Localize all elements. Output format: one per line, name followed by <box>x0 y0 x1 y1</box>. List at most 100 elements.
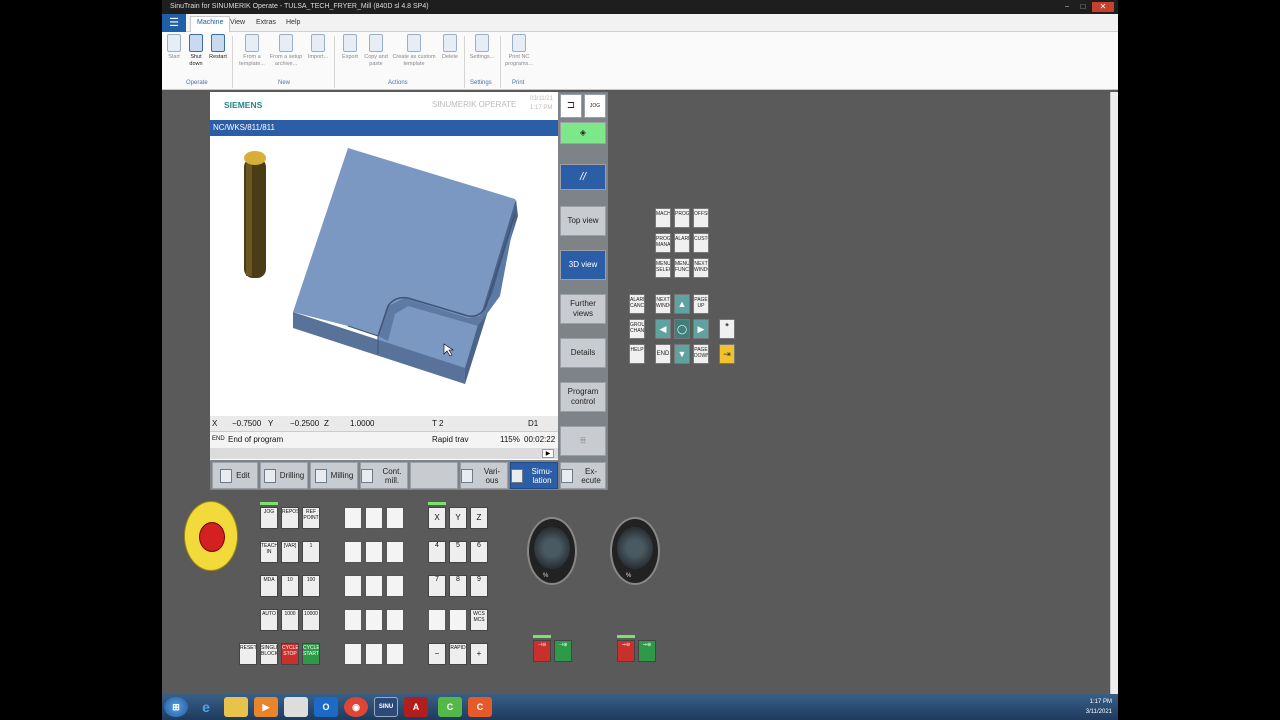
key-offset[interactable]: OFFSET <box>693 208 709 228</box>
key-axis-6[interactable]: 6 <box>470 541 488 563</box>
key-cycle-start[interactable]: CYCLE START <box>302 643 320 665</box>
import-button[interactable]: Import... <box>306 34 330 61</box>
key-axis-8[interactable]: 8 <box>449 575 467 597</box>
feed-start-icon[interactable]: ⇝⊕ <box>638 640 656 662</box>
from-setup-archive-button[interactable]: From a setup archive... <box>268 34 304 68</box>
various-softkey[interactable]: Vari- ous <box>460 462 508 489</box>
start-button[interactable]: Start <box>162 34 186 61</box>
key-axis-9[interactable]: 9 <box>470 575 488 597</box>
key-axis-z[interactable]: Z <box>470 507 488 529</box>
cont-mill-softkey[interactable]: Cont. mill. <box>360 462 408 489</box>
blank-key[interactable] <box>386 541 404 563</box>
key-inc-100[interactable]: 100 <box>302 575 320 597</box>
key-inc-1000[interactable]: 1000 <box>281 609 299 631</box>
further-views-softkey[interactable]: Further views <box>560 294 606 324</box>
more-softkey[interactable]: ⦙⦙⦙ <box>560 426 606 456</box>
top-view-softkey[interactable]: Top view <box>560 206 606 236</box>
key-custom[interactable]: CUSTOM <box>693 233 709 253</box>
empty-softkey[interactable] <box>410 462 458 489</box>
print-nc-programs-button[interactable]: Print NC programs... <box>504 34 534 68</box>
key-rapid[interactable]: RAPID <box>449 643 467 665</box>
maximize-icon[interactable]: □ <box>1076 2 1090 12</box>
minimize-icon[interactable]: − <box>1060 2 1074 12</box>
notepad-icon[interactable] <box>284 697 308 717</box>
key-end[interactable]: END <box>655 344 671 364</box>
key-alarm[interactable]: ALARM <box>674 233 690 253</box>
recorder-icon[interactable]: C <box>468 697 492 717</box>
spindle-override-knob[interactable]: % <box>527 517 577 585</box>
export-button[interactable]: Export <box>338 34 362 61</box>
key-jog[interactable]: JOG <box>260 507 278 529</box>
tab-help[interactable]: Help <box>280 17 306 28</box>
main-scrollbar[interactable] <box>1110 92 1118 694</box>
key-repos[interactable]: REPOS <box>281 507 299 529</box>
outlook-icon[interactable]: O <box>314 697 338 717</box>
cursor-right-icon[interactable]: ▶ <box>693 319 709 339</box>
details-softkey[interactable]: Details <box>560 338 606 368</box>
key-auto[interactable]: AUTO <box>260 609 278 631</box>
vs-softkey-1[interactable]: // <box>560 164 606 190</box>
start-orb-icon[interactable]: ⊞ <box>164 697 188 717</box>
simulation-view[interactable] <box>210 136 558 416</box>
input-key-icon[interactable]: ⇥ <box>719 344 735 364</box>
cursor-down-icon[interactable]: ▼ <box>674 344 690 364</box>
tab-extras[interactable]: Extras <box>250 17 282 28</box>
key-menu-select[interactable]: MENU SELECT <box>655 258 671 278</box>
key-axis-5[interactable]: 5 <box>449 541 467 563</box>
window-toggle-icon[interactable]: ⊐ <box>560 94 582 118</box>
blank-key[interactable] <box>344 507 362 529</box>
scroll-right-icon[interactable]: ▶ <box>542 449 554 458</box>
shut-down-button[interactable]: Shut down <box>184 34 208 68</box>
blank-key[interactable] <box>365 575 383 597</box>
chrome-icon[interactable]: ◉ <box>344 697 368 717</box>
key-alarm-cancel[interactable]: ALARM CANCEL <box>629 294 645 314</box>
create-custom-template-button[interactable]: Create as custom template <box>392 34 436 68</box>
key-single-block[interactable]: SINGLE BLOCK <box>260 643 278 665</box>
key-teach-in[interactable]: TEACH IN <box>260 541 278 563</box>
blank-key[interactable] <box>386 575 404 597</box>
key-menu-function[interactable]: MENU FUNCTION <box>674 258 690 278</box>
key-inc-1[interactable]: 1 <box>302 541 320 563</box>
blank-key[interactable] <box>386 643 404 665</box>
key-mda[interactable]: MDA <box>260 575 278 597</box>
blank-key[interactable] <box>365 609 383 631</box>
blank-key[interactable] <box>386 507 404 529</box>
key-page-down[interactable]: PAGE DOWN <box>693 344 709 364</box>
blank-key[interactable] <box>449 609 467 631</box>
milling-softkey[interactable]: Milling <box>310 462 358 489</box>
cycle-start-icon[interactable]: ◈ <box>560 122 606 144</box>
key-reset[interactable]: RESET <box>239 643 257 665</box>
tab-view[interactable]: View <box>224 17 251 28</box>
blank-key[interactable] <box>344 541 362 563</box>
restart-button[interactable]: Restart <box>206 34 230 61</box>
key-axis-y[interactable]: Y <box>449 507 467 529</box>
key-axis-x[interactable]: X <box>428 507 446 529</box>
explorer-icon[interactable] <box>224 697 248 717</box>
program-control-softkey[interactable]: Program control <box>560 382 606 412</box>
key-cycle-stop[interactable]: CYCLE STOP <box>281 643 299 665</box>
system-tray-clock[interactable]: 1:17 PM 3/11/2021 <box>1086 697 1112 717</box>
blank-key[interactable] <box>344 643 362 665</box>
key-reset-small[interactable]: ◈ <box>719 319 735 339</box>
blank-key[interactable] <box>365 541 383 563</box>
delete-button[interactable]: Delete <box>438 34 462 61</box>
edit-softkey[interactable]: Edit <box>212 462 258 489</box>
key-program-manager[interactable]: PROGRAM MANAGER <box>655 233 671 253</box>
simulation-softkey[interactable]: Simu- lation <box>510 462 558 489</box>
emergency-stop-button[interactable] <box>184 501 238 571</box>
cursor-up-icon[interactable]: ▲ <box>674 294 690 314</box>
key-group-channel[interactable]: GROUP CHANNEL <box>629 319 645 339</box>
feed-stop-icon[interactable]: ⇝⊖ <box>617 640 635 662</box>
media-player-icon[interactable]: ▶ <box>254 697 278 717</box>
feed-override-knob[interactable]: % <box>610 517 660 585</box>
key-machine[interactable]: MACHINE <box>655 208 671 228</box>
blank-key[interactable] <box>344 575 362 597</box>
key-page-up[interactable]: PAGE UP <box>693 294 709 314</box>
hamburger-menu-icon[interactable]: ☰ <box>162 14 186 32</box>
camtasia-icon[interactable]: C <box>438 697 462 717</box>
key-inc-10000[interactable]: 10000 <box>302 609 320 631</box>
close-icon[interactable]: ✕ <box>1092 2 1114 12</box>
key-help[interactable]: HELP <box>629 344 645 364</box>
key-next-window-top[interactable]: NEXT WINDOW <box>693 258 709 278</box>
acrobat-icon[interactable]: A <box>404 697 428 717</box>
